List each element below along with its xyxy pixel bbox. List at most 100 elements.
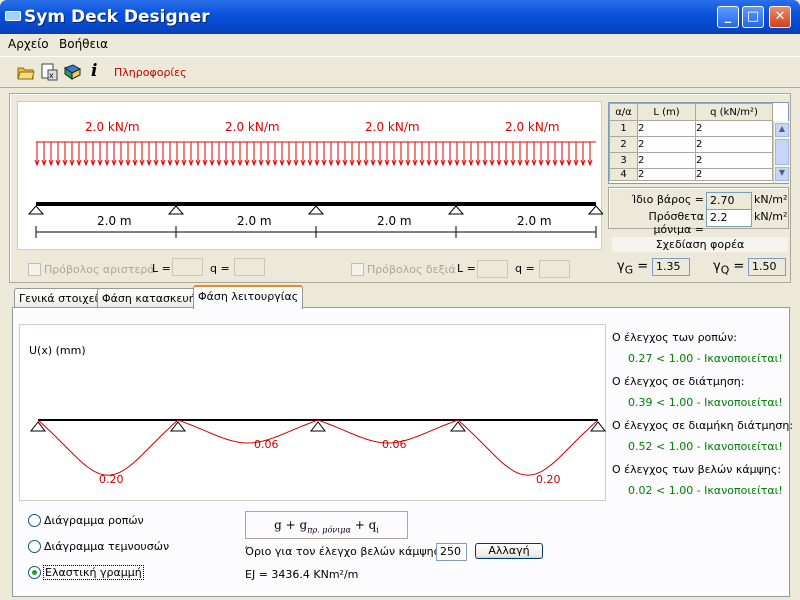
extra-dead-value: 2.2: [710, 211, 728, 224]
deflection-support: [449, 421, 467, 432]
export-icon[interactable]: x: [40, 63, 58, 81]
radio-shear-diagram[interactable]: [28, 540, 41, 553]
close-button[interactable]: ✕: [769, 6, 791, 28]
table-header-load[interactable]: q (kN/m²): [695, 103, 773, 121]
deflection-support: [29, 421, 47, 432]
deflection-support: [309, 421, 327, 432]
extra-dead-unit: kN/m²: [754, 210, 788, 223]
gamma-q-subscript: Q: [720, 263, 730, 277]
table-cell[interactable]: 2: [695, 120, 773, 137]
gamma-q-symbol: γ: [713, 259, 721, 274]
table-header-length[interactable]: L (m): [637, 103, 696, 121]
radio-elastic-line[interactable]: [28, 566, 41, 579]
beam-support: [167, 205, 185, 215]
gamma-g-symbol: γ: [617, 259, 625, 274]
open-folder-icon[interactable]: [17, 63, 35, 81]
cantilever-right-L-label: L =: [457, 262, 476, 275]
table-row[interactable]: 322: [609, 152, 773, 169]
table-cell: 1: [609, 120, 638, 137]
tab-construction[interactable]: Φάση κατασκευής: [97, 288, 208, 308]
radio-moment-label[interactable]: Διάγραμμα ροπών: [44, 514, 144, 527]
info-icon[interactable]: i: [91, 61, 109, 81]
beam-support: [447, 205, 465, 215]
table-cell[interactable]: 2: [637, 136, 696, 153]
radio-moment-diagram[interactable]: [28, 514, 41, 527]
check-shear-result: 0.39 < 1.00 - Ικανοποιείται!: [628, 396, 783, 409]
menu-file[interactable]: Αρχείο: [8, 37, 49, 51]
svg-text:x: x: [49, 71, 54, 80]
formula-plus-2: +: [354, 518, 365, 532]
span-label-1: 2.0 m: [95, 214, 134, 228]
table-cell[interactable]: 2: [695, 136, 773, 153]
book-icon[interactable]: [63, 63, 82, 81]
table-cell: 2: [609, 136, 638, 153]
table-cell: 4: [609, 168, 638, 181]
scroll-down-icon[interactable]: ▼: [775, 167, 789, 181]
table-cell[interactable]: 2: [695, 168, 773, 181]
self-weight-unit: kN/m²: [754, 193, 788, 206]
info-label[interactable]: Πληροφορίες: [114, 66, 187, 79]
table-row[interactable]: 222: [609, 136, 773, 153]
table-cell[interactable]: 2: [637, 152, 696, 169]
cantilever-right-label: Πρόβολος δεξιά: [367, 263, 456, 276]
self-weight-value: 2.70: [710, 194, 735, 207]
deflection-limit-input[interactable]: 250: [436, 543, 467, 561]
minimize-button[interactable]: _: [717, 6, 739, 28]
self-weight-field: 2.70: [706, 192, 752, 210]
gamma-q-label: γQ =: [713, 259, 744, 277]
formula-g: g: [274, 518, 282, 532]
table-scrollbar[interactable]: ▲ ▼: [773, 121, 789, 183]
load-label-3: 2.0 kN/m: [365, 120, 420, 134]
check-moments-result: 0.27 < 1.00 - Ικανοποιείται!: [628, 352, 783, 365]
tab-service[interactable]: Φάση λειτουργίας: [193, 285, 304, 309]
table-cell[interactable]: 2: [637, 120, 696, 137]
extra-dead-input[interactable]: 2.2: [706, 209, 752, 227]
table-header-index[interactable]: α/α: [609, 103, 638, 121]
maximize-button[interactable]: □: [742, 6, 764, 28]
table-row[interactable]: 422: [609, 168, 773, 181]
cantilever-left-L-label: L =: [152, 262, 171, 275]
ej-value: EJ = 3436.4 KNm²/m: [245, 568, 359, 581]
cantilever-right-q-input[interactable]: [539, 260, 570, 278]
table-cell[interactable]: 2: [695, 152, 773, 169]
beam-support: [587, 205, 605, 215]
gamma-g-subscript: G: [624, 263, 634, 277]
span-label-4: 2.0 m: [515, 214, 554, 228]
cantilever-right-q-label: q =: [515, 262, 535, 275]
menu-help[interactable]: Βοήθεια: [59, 37, 108, 51]
load-label-2: 2.0 kN/m: [225, 120, 280, 134]
radio-shear-label[interactable]: Διάγραμμα τεμνουσών: [44, 540, 169, 553]
deflection-label-1: 0.20: [99, 473, 124, 486]
window-title: Sym Deck Designer: [24, 7, 210, 27]
cantilever-left-checkbox[interactable]: [28, 263, 41, 276]
cantilever-left-L-input[interactable]: [172, 258, 203, 276]
scroll-thumb[interactable]: [775, 139, 789, 165]
beam-support: [27, 205, 45, 215]
change-button[interactable]: Αλλαγή: [475, 543, 543, 559]
gamma-q-value: 1.50: [752, 260, 777, 273]
check-deflection-title: Ο έλεγχος των βελών κάμψης:: [612, 463, 782, 476]
formula-q-subscript: i: [376, 525, 379, 535]
gamma-g-field: 1.35: [652, 258, 690, 276]
gamma-q-field: 1.50: [748, 258, 786, 276]
extra-dead-label: Πρόσθετα μόνιμα =: [648, 210, 704, 236]
load-combination-formula: g + gπρ. μόνιμα + qi: [245, 511, 408, 539]
table-row[interactable]: 122: [609, 120, 773, 137]
table-cell: 3: [609, 152, 638, 169]
cantilever-right-L-input[interactable]: [477, 260, 508, 278]
deflection-support: [169, 421, 187, 432]
table-cell[interactable]: 2: [637, 168, 696, 181]
radio-elastic-label[interactable]: Ελαστική γραμμή: [43, 565, 144, 580]
deflection-ylabel: U(x) (mm): [29, 344, 86, 357]
cantilever-right-checkbox[interactable]: [351, 263, 364, 276]
design-structure-button[interactable]: Σχεδίαση φορέα: [611, 236, 789, 253]
check-deflection-result: 0.02 < 1.00 - Ικανοποιείται!: [628, 484, 783, 497]
cantilever-left-q-input[interactable]: [234, 258, 265, 276]
span-label-3: 2.0 m: [375, 214, 414, 228]
span-table[interactable]: α/α L (m) q (kN/m²) 122 222 322 422 ▲ ▼: [608, 102, 789, 184]
scroll-up-icon[interactable]: ▲: [775, 123, 789, 137]
cantilever-left-label: Πρόβολος αριστερά: [44, 263, 155, 276]
gamma-q-equals: =: [733, 259, 745, 274]
formula-subscript: πρ. μόνιμα: [307, 525, 351, 535]
span-label-2: 2.0 m: [235, 214, 274, 228]
